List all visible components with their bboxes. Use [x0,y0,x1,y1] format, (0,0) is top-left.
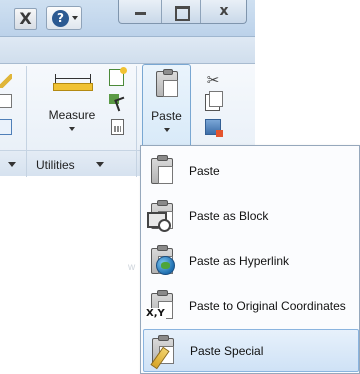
app-x-button[interactable]: X [14,8,37,30]
minimize-button[interactable] [119,0,162,23]
menu-item-paste-special[interactable]: Paste Special [143,329,359,372]
select-cursor-icon[interactable] [0,119,12,135]
paste-as-hyperlink-icon [147,245,179,277]
menu-item-paste-as-hyperlink[interactable]: Paste as Hyperlink [143,240,359,283]
ruler-icon[interactable] [0,94,12,108]
measure-icon [53,74,93,94]
paste-to-original-coordinates-icon: X,Y [145,290,179,322]
menu-item-paste[interactable]: Paste [143,150,359,193]
measure-label: Measure [48,108,96,122]
utilities-expand-icon[interactable] [96,162,104,167]
help-button[interactable]: ? [46,6,82,30]
menu-item-paste-as-block[interactable]: Paste as Block [143,195,359,238]
paste-as-block-icon [147,200,179,232]
copy-icon[interactable] [205,91,223,111]
title-bar: X ? x [0,0,255,37]
select-similar-icon[interactable] [109,92,126,108]
ribbon-tab-strip [0,37,255,64]
paste-label: Paste [151,109,182,123]
draw-pencil-icon[interactable] [0,74,12,88]
quick-select-icon[interactable] [109,67,127,86]
match-properties-icon[interactable] [205,119,223,137]
ribbon-divider [26,151,27,177]
menu-item-label: Paste as Hyperlink [189,254,290,268]
menu-item-paste-to-original-coordinates[interactable]: X,Y Paste to Original Coordinates [143,285,359,328]
window-controls: x [118,0,247,24]
xy-badge: X,Y [145,308,166,319]
menu-item-label: Paste to Original Coordinates [189,299,346,313]
paste-dropdown-icon [164,128,170,132]
calculator-icon[interactable] [111,119,124,135]
paste-icon [147,155,179,187]
help-glyph: ? [57,11,64,25]
close-icon: x [219,3,229,19]
help-dropdown-icon [72,16,78,20]
menu-item-label: Paste as Block [189,209,269,223]
paste-dropdown-menu: Paste Paste as Block Paste as Hyperlink … [140,145,360,374]
menu-item-label: Paste [189,164,220,178]
menu-item-label: Paste Special [190,344,264,358]
measure-dropdown-icon [69,127,75,131]
cut-icon[interactable]: ✂ [205,72,221,88]
paste-icon [156,69,178,97]
close-button[interactable]: x [201,0,246,23]
utilities-panel-title[interactable]: Utilities [36,158,75,172]
maximize-button[interactable] [162,0,201,23]
ribbon-divider [136,151,137,177]
app-x-glyph: X [19,9,32,28]
panel-expand-icon[interactable] [8,162,16,167]
paste-special-icon [148,335,180,370]
help-icon: ? [52,10,69,27]
watermark: w [128,262,136,273]
